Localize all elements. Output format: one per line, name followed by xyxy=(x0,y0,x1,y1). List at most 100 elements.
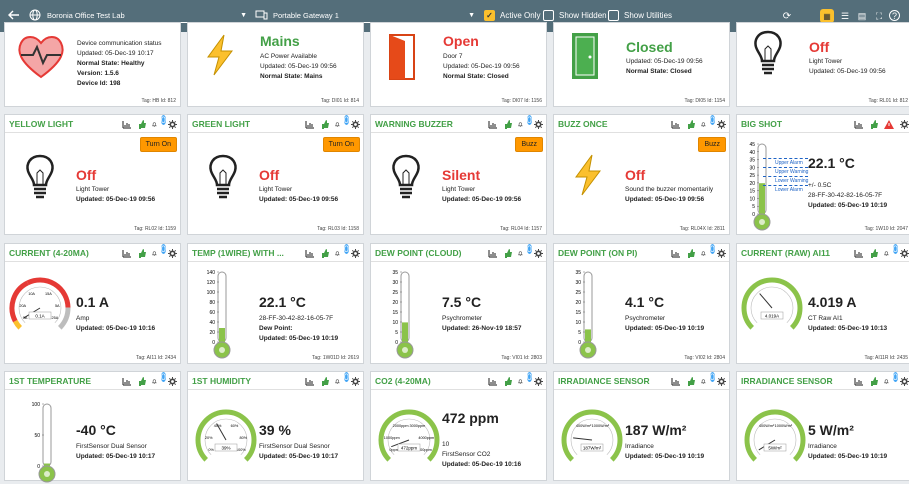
chart-icon[interactable] xyxy=(671,119,681,129)
chart-icon[interactable] xyxy=(488,248,498,258)
thermometer-tick-label: 20 xyxy=(575,300,581,306)
thumbs-up-icon[interactable] xyxy=(503,248,513,258)
chart-icon[interactable] xyxy=(122,376,132,386)
bell-icon[interactable]: 0 xyxy=(152,244,166,258)
bell-icon[interactable]: 0 xyxy=(701,244,715,258)
chart-icon[interactable] xyxy=(305,248,315,258)
table-view-icon[interactable]: ▤ xyxy=(855,9,869,23)
chart-icon[interactable] xyxy=(305,376,315,386)
gear-icon[interactable] xyxy=(899,248,909,258)
chart-icon[interactable] xyxy=(305,119,315,129)
action-button[interactable]: Turn On xyxy=(139,137,177,152)
thumbs-up-icon[interactable] xyxy=(137,248,147,258)
chart-icon[interactable] xyxy=(854,376,864,386)
show-hidden-checkbox[interactable]: Show Hidden xyxy=(543,10,607,21)
bell-icon[interactable]: 0 xyxy=(518,115,532,129)
light-bulb-icon xyxy=(389,153,423,208)
gear-icon[interactable] xyxy=(350,376,360,386)
gear-icon[interactable] xyxy=(167,119,177,129)
gear-icon[interactable] xyxy=(716,376,726,386)
thumbs-up-icon[interactable] xyxy=(686,119,696,129)
alarm-level-label: Lower Warning xyxy=(763,176,809,185)
thumbs-up-icon[interactable] xyxy=(503,376,513,386)
site-select[interactable]: Boronia Office Test Lab ▼ xyxy=(47,9,247,23)
thumbs-up-icon[interactable] xyxy=(869,119,879,129)
thermometer-tick-label: 15 xyxy=(575,310,581,316)
bell-icon[interactable]: 0 xyxy=(884,372,898,386)
list-view-icon[interactable]: ☰ xyxy=(838,9,852,23)
thumbs-up-icon[interactable] xyxy=(869,376,879,386)
bell-icon[interactable]: 0 xyxy=(152,372,166,386)
gear-icon[interactable] xyxy=(899,119,909,129)
refresh-icon[interactable]: ⟳ xyxy=(780,9,794,23)
thumbs-up-icon[interactable] xyxy=(686,376,696,386)
gear-icon[interactable] xyxy=(533,119,543,129)
card-header: BIG SHOT xyxy=(737,115,909,133)
chart-icon[interactable] xyxy=(671,248,681,258)
bell-icon[interactable]: 0 xyxy=(518,372,532,386)
bell-icon[interactable]: 0 xyxy=(335,372,349,386)
chart-icon[interactable] xyxy=(122,248,132,258)
chart-icon[interactable] xyxy=(488,119,498,129)
active-only-checkbox[interactable]: ✓ Active Only xyxy=(484,10,540,21)
card-meta: Updated: 05-Dec-19 09:56 Normal State: C… xyxy=(626,57,703,77)
chart-icon[interactable] xyxy=(122,119,132,129)
meta-line: Updated: 05-Dec-19 10:17 xyxy=(259,453,339,460)
thumbs-up-icon[interactable] xyxy=(137,376,147,386)
card-header: YELLOW LIGHT 0 xyxy=(5,115,180,133)
chart-icon[interactable] xyxy=(671,376,681,386)
thumbs-up-icon[interactable] xyxy=(320,376,330,386)
thermometer-tick-label: 40 xyxy=(209,320,215,326)
gear-icon[interactable] xyxy=(167,248,177,258)
card-header: CURRENT (4-20MA) 0 xyxy=(5,244,180,262)
meta-line: Updated: 05-Dec-19 09:56 xyxy=(809,68,886,75)
chart-icon[interactable] xyxy=(854,248,864,258)
bell-icon[interactable]: 0 xyxy=(884,244,898,258)
gateway-select[interactable]: Portable Gateway 1 ▼ xyxy=(273,9,475,23)
thermometer-tick-label: 15 xyxy=(392,310,398,316)
gauge-tick-label: 5A xyxy=(55,304,60,308)
meta-line: Updated: 26-Nov-19 18:57 xyxy=(442,325,522,332)
meta-line: Updated: 05-Dec-19 10:19 xyxy=(808,453,888,460)
gear-icon[interactable] xyxy=(716,248,726,258)
back-arrow-icon[interactable] xyxy=(8,9,20,21)
gear-icon[interactable] xyxy=(533,248,543,258)
gauge-tick-label: 15A xyxy=(45,292,52,296)
tile-view-icon[interactable]: ▦ xyxy=(820,9,834,23)
bell-icon[interactable]: 0 xyxy=(335,115,349,129)
gear-icon[interactable] xyxy=(899,376,909,386)
card-actions: 0 xyxy=(671,244,726,258)
card-footer: Tag: RL03 Id: 1158 xyxy=(317,226,359,232)
bell-icon[interactable]: 0 xyxy=(152,115,166,129)
help-icon[interactable]: ? xyxy=(889,10,900,21)
gauge-readout: 4.019A xyxy=(765,314,779,319)
bell-icon[interactable]: 0 xyxy=(701,372,715,386)
fullscreen-icon[interactable]: ⛶ xyxy=(872,9,886,23)
gear-icon[interactable] xyxy=(533,376,543,386)
action-button[interactable]: Turn On xyxy=(322,137,360,152)
thumbs-up-icon[interactable] xyxy=(320,119,330,129)
bell-icon[interactable]: 0 xyxy=(701,115,715,129)
gear-icon[interactable] xyxy=(350,119,360,129)
thermometer-tick-label: 120 xyxy=(207,280,216,286)
thumbs-up-icon[interactable] xyxy=(320,248,330,258)
gear-icon[interactable] xyxy=(716,119,726,129)
chart-icon[interactable] xyxy=(854,119,864,129)
thumbs-up-icon[interactable] xyxy=(503,119,513,129)
bell-icon[interactable]: 0 xyxy=(518,244,532,258)
thumbs-up-icon[interactable] xyxy=(686,248,696,258)
show-utilities-checkbox[interactable]: Show Utilities xyxy=(608,10,672,21)
action-button[interactable]: Buzz xyxy=(515,137,543,152)
gear-icon[interactable] xyxy=(167,376,177,386)
action-button[interactable]: Buzz xyxy=(698,137,726,152)
bell-icon[interactable]: 0 xyxy=(335,244,349,258)
gear-icon[interactable] xyxy=(350,248,360,258)
notification-badge: 0 xyxy=(892,244,898,254)
notification-badge: 0 xyxy=(343,244,349,254)
warning-icon[interactable] xyxy=(884,119,894,129)
chart-icon[interactable] xyxy=(488,376,498,386)
meta-line: Version: 1.5.6 xyxy=(77,70,119,77)
gauge-tick-label: 1000W/m² xyxy=(775,424,793,428)
thumbs-up-icon[interactable] xyxy=(137,119,147,129)
thumbs-up-icon[interactable] xyxy=(869,248,879,258)
